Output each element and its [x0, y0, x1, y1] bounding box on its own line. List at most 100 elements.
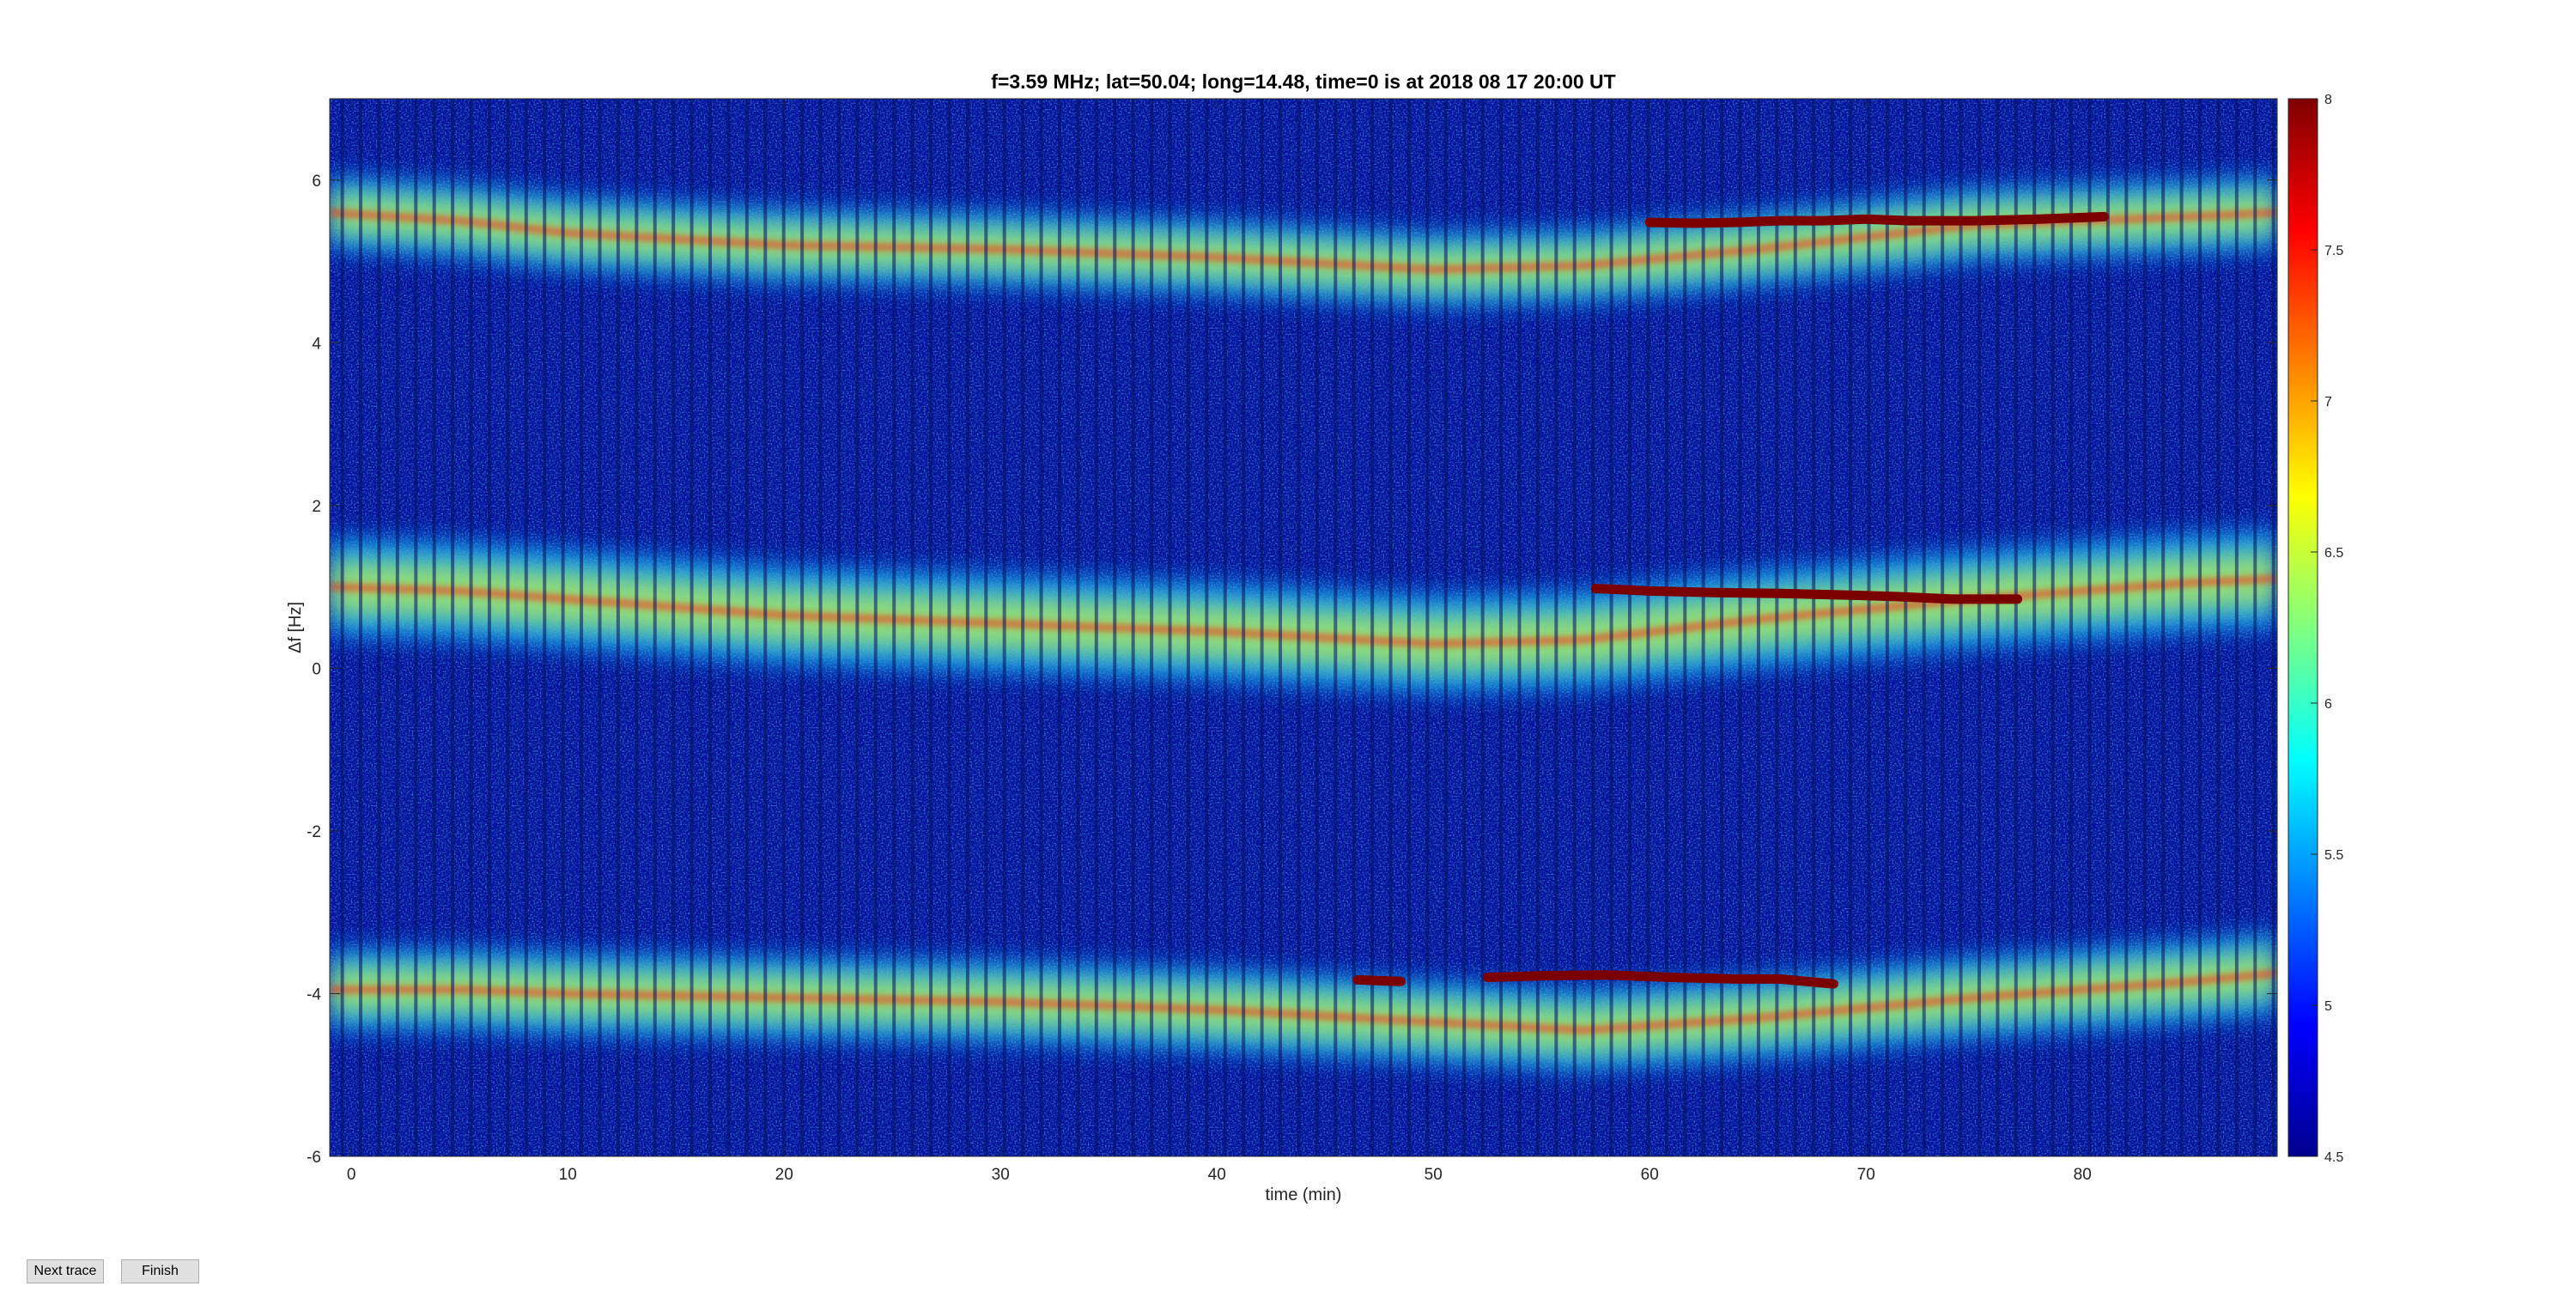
- stripe: [1425, 99, 1430, 1156]
- stripe: [1443, 99, 1448, 1156]
- x-tick-label: 60: [1641, 1166, 1659, 1184]
- stripe: [1720, 99, 1724, 1156]
- stripe: [561, 99, 565, 1156]
- stripe: [524, 99, 528, 1156]
- stripe: [1039, 99, 1043, 1156]
- stripe: [1793, 99, 1797, 1156]
- stripe: [2253, 99, 2257, 1156]
- stripe: [1223, 99, 1227, 1156]
- y-tick-label: 6: [312, 173, 321, 191]
- stripe: [1113, 99, 1117, 1156]
- stripe: [1002, 99, 1006, 1156]
- stripe: [1756, 99, 1760, 1156]
- colorbar-gradient: [2287, 98, 2318, 1157]
- stripe: [1701, 99, 1705, 1156]
- stripe: [1867, 99, 1871, 1156]
- stripe: [1535, 99, 1540, 1156]
- stripe: [1480, 99, 1485, 1156]
- spectrogram-figure: f=3.59 MHz; lat=50.04; long=14.48, time=…: [286, 70, 2343, 1204]
- stripe: [744, 99, 749, 1156]
- stripe: [2142, 99, 2147, 1156]
- stripe: [690, 99, 694, 1156]
- stripe: [451, 99, 455, 1156]
- x-tick-label: 10: [559, 1166, 577, 1184]
- colorbar-tick-label: 4.5: [2324, 1150, 2343, 1165]
- stripe: [340, 99, 344, 1156]
- stripe: [580, 99, 584, 1156]
- stripe: [1775, 99, 1779, 1156]
- stripe: [1499, 99, 1504, 1156]
- stripe: [2271, 99, 2275, 1156]
- stripe: [1996, 99, 2000, 1156]
- y-tick-label: -2: [307, 823, 321, 841]
- stripe: [1057, 99, 1061, 1156]
- stripe: [836, 99, 841, 1156]
- y-tick-label: 0: [312, 660, 321, 678]
- stripe: [1242, 99, 1246, 1156]
- x-axis-label: time (min): [1266, 1186, 1342, 1204]
- stripe: [671, 99, 676, 1156]
- stripe: [1646, 99, 1650, 1156]
- stripe: [818, 99, 823, 1156]
- stripe: [1683, 99, 1687, 1156]
- stripe: [1076, 99, 1080, 1156]
- stripe: [1297, 99, 1301, 1156]
- plot-area: [330, 99, 2277, 1156]
- stripe: [1186, 99, 1190, 1156]
- stripe: [2124, 99, 2129, 1156]
- stripe: [1959, 99, 1963, 1156]
- colorbar-tick-label: 8: [2324, 93, 2332, 107]
- colorbar-tick-label: 6: [2324, 697, 2332, 712]
- stripe: [2014, 99, 2018, 1156]
- stripe: [2105, 99, 2110, 1156]
- stripe: [2179, 99, 2184, 1156]
- next-trace-button[interactable]: Next trace: [27, 1259, 104, 1283]
- stripe: [432, 99, 436, 1156]
- stripe: [2032, 99, 2037, 1156]
- stripe: [1904, 99, 1908, 1156]
- stripe: [1388, 99, 1393, 1156]
- x-tick-label: 20: [775, 1166, 793, 1184]
- stripe: [2087, 99, 2092, 1156]
- strong-trace-3: [1352, 974, 1406, 986]
- stripe: [1021, 99, 1025, 1156]
- stripe: [1572, 99, 1577, 1156]
- stripe: [2050, 99, 2055, 1156]
- stripe: [506, 99, 510, 1156]
- stripe: [1849, 99, 1853, 1156]
- stripe: [855, 99, 860, 1156]
- stripe: [910, 99, 914, 1156]
- stripe: [947, 99, 951, 1156]
- figure-window: f=3.59 MHz; lat=50.04; long=14.48, time=…: [0, 0, 2576, 1292]
- stripe: [635, 99, 639, 1156]
- stripe: [1609, 99, 1613, 1156]
- stripe: [2198, 99, 2202, 1156]
- stripe: [984, 99, 988, 1156]
- stripe: [1370, 99, 1375, 1156]
- x-tick-label: 40: [1208, 1166, 1226, 1184]
- stripe: [726, 99, 731, 1156]
- stripe: [1279, 99, 1283, 1156]
- stripe: [598, 99, 602, 1156]
- colorbar-tick-label: 7.5: [2324, 244, 2343, 258]
- colorbar-tick-label: 6.5: [2324, 546, 2343, 561]
- stripe: [1517, 99, 1522, 1156]
- stripe: [377, 99, 381, 1156]
- colorbar-tick-label: 5: [2324, 999, 2332, 1014]
- stripe: [2216, 99, 2221, 1156]
- stripe: [873, 99, 878, 1156]
- x-tick-label: 80: [2074, 1166, 2092, 1184]
- stripe: [1591, 99, 1595, 1156]
- stripe: [1406, 99, 1411, 1156]
- y-tick-label: -6: [307, 1149, 321, 1167]
- stripe: [1738, 99, 1742, 1156]
- colorbar-tick-label: 5.5: [2324, 848, 2343, 863]
- stripe: [359, 99, 363, 1156]
- y-tick-label: 2: [312, 498, 321, 516]
- stripe: [1664, 99, 1668, 1156]
- finish-button[interactable]: Finish: [121, 1259, 199, 1283]
- stripe: [2234, 99, 2239, 1156]
- stripe: [487, 99, 491, 1156]
- stripe: [708, 99, 712, 1156]
- stripe: [1885, 99, 1889, 1156]
